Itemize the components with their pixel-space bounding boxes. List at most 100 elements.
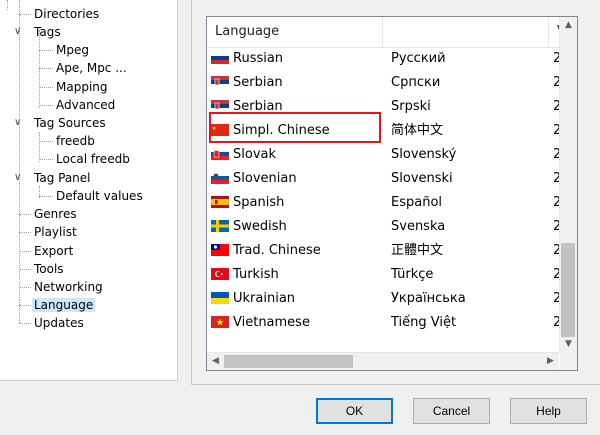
list-item[interactable]: Turkish Türkçe 2 [207,263,561,287]
tree-item-genres[interactable]: Genres [34,205,77,223]
language-name-cell: Trad. Chinese [211,239,321,263]
tree-line [39,30,40,108]
tree-connector [39,87,53,88]
horizontal-scrollbar[interactable]: ◀ ▶ [207,352,559,370]
ok-button[interactable]: OK [316,398,393,424]
tree-item-advanced[interactable]: Advanced [56,96,115,114]
tree-item-playlist[interactable]: Playlist [34,223,77,241]
native-name-cell: 简体中文 [391,123,444,138]
tree-connector [19,305,31,306]
list-item[interactable]: Slovenian Slovenski 2 [207,167,561,191]
column-header-language[interactable]: Language [207,17,383,47]
scrollbar-corner [560,353,577,370]
serbia-flag-icon [211,75,233,90]
scroll-up-icon[interactable]: ▲ [560,17,577,34]
chevron-down-icon[interactable]: ∨ [14,118,24,128]
list-header: Language V [207,17,566,48]
tree-item-tools[interactable]: Tools [34,260,64,278]
language-list[interactable]: Language V RussianРусский2SerbianСрпски2… [206,16,578,371]
native-name-cell: 正體中文 [391,243,444,258]
tree-item-export[interactable]: Export [34,242,73,260]
native-name-cell: Tiếng Việt [391,315,457,330]
language-name-cell: Serbian [211,95,283,119]
tree-connector [39,141,53,142]
tree-item-updates[interactable]: Updates [34,314,84,332]
tree-line [19,300,20,323]
tree-line [7,0,8,10]
tree-item-ape-mpc[interactable]: Ape, Mpc ... [56,59,127,77]
language-name: Trad. Chinese [233,243,321,258]
language-name-cell: Turkish [211,263,279,287]
chevron-down-icon[interactable]: ∨ [14,173,24,183]
list-item[interactable]: Serbian Srpski 2 [207,95,561,119]
language-name-cell: Simpl. Chinese [211,119,330,143]
list-item[interactable]: Spanish Español 2 [207,191,561,215]
settings-tree: Directories ∨ Tags Mpeg Ape, Mpc ... Map… [0,0,178,381]
column-header-native[interactable] [383,17,549,47]
taiwan-flag-icon [211,243,233,258]
language-name-cell: Slovenian [211,167,297,191]
vertical-scrollbar[interactable]: ▲ ▼ [559,17,577,353]
tree-item-local-freedb[interactable]: Local freedb [56,150,130,168]
native-name-cell: Slovenski [391,171,453,186]
tree-connector [19,287,31,288]
tree-connector [39,105,53,106]
list-item[interactable]: Simpl. Chinese 简体中文 2 [207,119,561,143]
list-item[interactable]: Slovak Slovenský 2 [207,143,561,167]
tree-line [39,132,40,162]
language-name: Slovak [233,147,277,162]
language-name-cell: Swedish [211,215,287,239]
list-item[interactable]: Ukrainian Українська 2 [207,287,561,311]
tree-item-networking[interactable]: Networking [34,278,103,296]
scroll-left-icon[interactable]: ◀ [207,353,224,370]
language-name: Ukrainian [233,291,296,306]
tree-connector [19,269,31,270]
tree-item-tags[interactable]: Tags [34,23,61,41]
list-item[interactable]: Trad. Chinese 正體中文 2 [207,239,561,263]
help-button[interactable]: Help [510,398,587,424]
russia-flag-icon [211,51,233,66]
tree-connector [19,251,31,252]
tree-item-tag-panel[interactable]: Tag Panel [34,169,91,187]
tree-item-default-values[interactable]: Default values [56,187,143,205]
ukraine-flag-icon [211,291,233,306]
serbia-flag-icon [211,99,233,114]
native-name-cell: Svenska [391,219,446,234]
tree-item-directories[interactable]: Directories [34,5,99,23]
language-name-cell: Vietnamese [211,311,310,335]
language-name: Vietnamese [233,315,310,330]
list-item[interactable]: Swedish Svenska 2 [207,215,561,239]
language-name-cell: Ukrainian [211,287,295,311]
language-name: Spanish [233,195,285,210]
tree-item-tag-sources[interactable]: Tag Sources [34,114,106,132]
tree-connector [19,232,31,233]
language-name-cell: Russian [211,47,283,71]
tree-connector [19,14,31,15]
tree-connector [39,50,53,51]
tree-connector [19,214,31,215]
language-name: Serbian [233,75,283,90]
tree-item-language[interactable]: Language [32,296,96,314]
cancel-button[interactable]: Cancel [413,398,490,424]
sweden-flag-icon [211,219,233,234]
language-name: Serbian [233,99,283,114]
vertical-scroll-thumb[interactable] [561,243,575,337]
horizontal-scroll-thumb[interactable] [224,355,353,368]
turkey-flag-icon [211,267,233,282]
list-item[interactable]: Vietnamese Tiếng Việt 2 [207,311,561,335]
tree-connector [39,68,53,69]
tree-item-freedb[interactable]: freedb [56,132,95,150]
language-name: Simpl. Chinese [233,123,330,138]
slovakia-flag-icon [211,147,233,162]
tree-item-mapping[interactable]: Mapping [56,78,108,96]
list-item[interactable]: Serbian Српски 2 [207,71,561,95]
list-item[interactable]: Russian Русский 2 [207,47,561,71]
chevron-down-icon[interactable]: ∨ [14,27,24,37]
language-name: Turkish [233,267,279,282]
native-name-cell: Türkçe [391,267,434,282]
scroll-down-icon[interactable]: ▼ [560,336,577,353]
scroll-right-icon[interactable]: ▶ [542,353,559,370]
language-name: Slovenian [233,171,297,186]
tree-connector [39,159,53,160]
tree-item-mpeg[interactable]: Mpeg [56,41,89,59]
